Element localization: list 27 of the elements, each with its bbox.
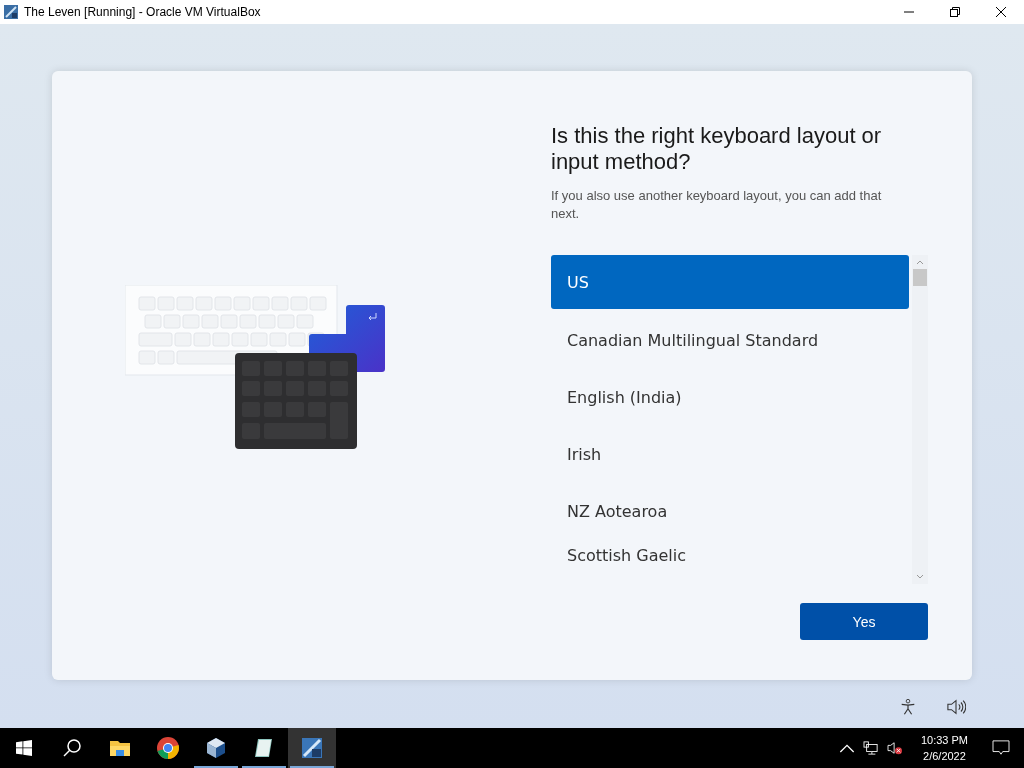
clock-time[interactable]: 10:33 PM (920, 732, 968, 748)
layout-option[interactable]: English (India) (551, 369, 909, 426)
window-title: The Leven [Running] - Oracle VM VirtualBox (24, 5, 261, 19)
scrollbar[interactable] (912, 255, 928, 584)
setup-description: If you also use another keyboard layout, you can add that next. (551, 187, 883, 223)
network-icon[interactable] (862, 741, 879, 755)
layout-option[interactable]: Scottish Gaelic (551, 540, 909, 584)
app-icon (3, 4, 19, 20)
speaker-icon[interactable] (946, 698, 966, 716)
taskbar-app[interactable] (288, 728, 336, 768)
clock-date[interactable]: 2/6/2022 (923, 748, 966, 764)
close-icon[interactable] (995, 6, 1007, 18)
layout-option[interactable]: US (551, 255, 909, 309)
layout-option[interactable]: Irish (551, 426, 909, 483)
setup-heading: Is this the right keyboard layout or input method? (551, 123, 883, 175)
app-icon (300, 736, 324, 760)
scroll-thumb[interactable] (913, 269, 927, 286)
restore-icon[interactable] (949, 6, 961, 18)
search-icon[interactable] (62, 738, 82, 758)
muted-speaker-icon[interactable] (886, 741, 903, 755)
browser-icon (156, 736, 180, 760)
layout-option[interactable]: NZ Aotearoa (551, 483, 909, 540)
notifications-icon[interactable] (992, 740, 1010, 756)
yes-button[interactable]: Yes (800, 603, 928, 640)
layout-option[interactable]: Canadian Multilingual Standard (551, 312, 909, 369)
start-icon[interactable] (16, 740, 32, 756)
cube-icon (204, 736, 228, 760)
